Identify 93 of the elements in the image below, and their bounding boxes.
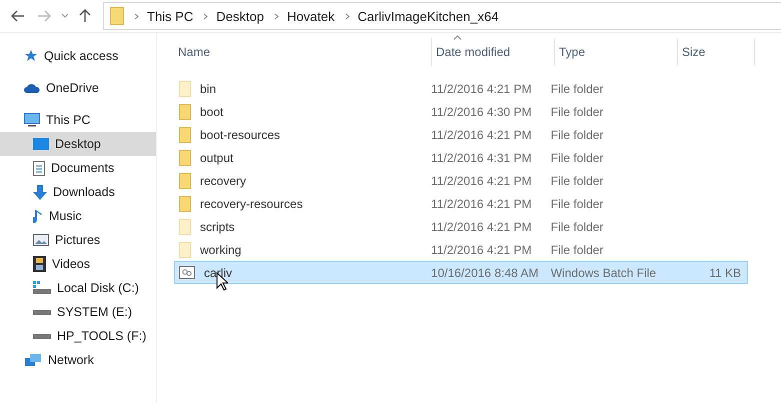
address-bar[interactable]: This PC Desktop Hovatek CarlivImageKitchen_x64 xyxy=(103,2,781,30)
nav-item[interactable]: Downloads xyxy=(0,180,156,204)
monitor-icon xyxy=(24,113,40,127)
nav-label: Quick access xyxy=(44,49,118,63)
column-header[interactable]: Name xyxy=(174,38,432,66)
chevron-icon xyxy=(274,12,279,20)
network-icon xyxy=(24,353,42,367)
nav-item[interactable]: Music xyxy=(0,204,156,228)
file-row[interactable]: boot-resources 11/2/2016 4:21 PM File folder xyxy=(174,123,748,146)
breadcrumb-item[interactable]: Desktop xyxy=(216,8,264,24)
file-name: working xyxy=(200,242,242,256)
back-icon[interactable] xyxy=(11,10,25,22)
nav-item[interactable]: SYSTEM (E:) xyxy=(0,300,156,324)
nav-label: Videos xyxy=(52,257,90,271)
file-row[interactable]: boot 11/2/2016 4:30 PM File folder xyxy=(174,100,748,123)
size-cell: 11 KB xyxy=(709,266,742,280)
nav-label: Desktop xyxy=(55,137,101,151)
type-cell-text: File folder xyxy=(550,242,604,256)
nav-label: Network xyxy=(48,353,94,367)
music-note-icon xyxy=(33,208,43,224)
column-header[interactable]: Type xyxy=(555,38,678,66)
nav-item[interactable]: HP_TOOLS (F:) xyxy=(0,324,156,348)
nav-label: Music xyxy=(49,209,82,223)
date-cell-text: 11/2/2016 4:21 PM xyxy=(430,174,533,188)
nav-item[interactable]: This PC xyxy=(0,108,156,132)
file-name: output xyxy=(200,150,234,164)
nav-label: This PC xyxy=(46,113,90,127)
nav-label: Documents xyxy=(51,161,114,175)
drive-icon xyxy=(33,281,51,295)
breadcrumb-item[interactable]: This PC xyxy=(147,8,194,24)
date-cell-text: 11/2/2016 4:31 PM xyxy=(430,150,533,164)
date-cell-text: 10/16/2016 8:48 AM xyxy=(430,266,540,280)
chevron-icon xyxy=(344,12,350,20)
film-icon xyxy=(33,256,46,272)
dropdown-icon[interactable] xyxy=(61,13,69,19)
breadcrumb-item[interactable]: CarlivImageKitchen_x64 xyxy=(358,8,499,24)
date-cell-text: 11/2/2016 4:21 PM xyxy=(430,220,533,234)
file-row[interactable]: output 11/2/2016 4:31 PM File folder xyxy=(174,146,748,169)
file-name: recovery xyxy=(200,174,246,188)
download-icon xyxy=(33,184,47,200)
desktop-icon xyxy=(33,138,49,150)
date-cell-text: 11/2/2016 4:21 PM xyxy=(430,128,533,142)
file-row[interactable]: working 11/2/2016 4:21 PM File folder xyxy=(174,238,748,261)
sort-ascending-icon xyxy=(453,35,462,40)
nav-label: SYSTEM (E:) xyxy=(57,305,132,319)
file-row[interactable]: bin 11/2/2016 4:21 PM File folder xyxy=(174,77,748,100)
nav-item[interactable]: Desktop xyxy=(0,132,156,156)
cloud-icon xyxy=(24,83,40,93)
nav-label: Local Disk (C:) xyxy=(57,281,139,295)
picture-icon xyxy=(33,234,49,246)
file-name: recovery-resources xyxy=(200,196,303,210)
nav-label: OneDrive xyxy=(46,81,99,95)
nav-label: Downloads xyxy=(53,185,115,199)
folder-icon xyxy=(110,7,124,25)
date-cell-text: 11/2/2016 4:21 PM xyxy=(430,242,533,256)
drive-icon xyxy=(33,310,51,314)
chevron-icon xyxy=(203,12,208,20)
star-icon xyxy=(24,49,38,63)
type-cell-text: File folder xyxy=(550,150,604,164)
column-header[interactable]: Size xyxy=(678,38,755,66)
type-cell-text: File folder xyxy=(550,196,604,210)
up-icon[interactable] xyxy=(79,9,91,23)
file-name: carliv xyxy=(204,266,232,280)
drive-icon xyxy=(33,334,51,338)
type-cell-text: File folder xyxy=(550,128,604,142)
file-row[interactable]: recovery 11/2/2016 4:21 PM File folder xyxy=(174,169,748,192)
nav-item[interactable]: Documents xyxy=(0,156,156,180)
column-header[interactable]: Date modified xyxy=(432,38,555,66)
file-row[interactable]: scripts 11/2/2016 4:21 PM File folder xyxy=(174,215,748,238)
nav-item[interactable]: Pictures xyxy=(0,228,156,252)
file-name: boot-resources xyxy=(200,128,280,142)
breadcrumb-item[interactable]: Hovatek xyxy=(286,8,335,24)
file-name: scripts xyxy=(200,220,235,234)
date-cell-text: 11/2/2016 4:21 PM xyxy=(430,82,533,96)
type-cell-text: File folder xyxy=(550,174,604,188)
type-cell-text: Windows Batch File xyxy=(550,266,658,280)
date-cell-text: 11/2/2016 4:21 PM xyxy=(430,196,533,210)
nav-label: HP_TOOLS (F:) xyxy=(57,329,146,343)
nav-item[interactable]: Local Disk (C:) xyxy=(0,276,156,300)
nav-item[interactable]: Videos xyxy=(0,252,156,276)
type-cell-text: File folder xyxy=(550,220,604,234)
type-cell-text: File folder xyxy=(550,104,604,118)
file-row[interactable]: recovery-resources 11/2/2016 4:21 PM File folder xyxy=(174,192,748,215)
document-icon xyxy=(33,160,45,176)
nav-label: Pictures xyxy=(55,233,100,247)
type-cell-text: File folder xyxy=(550,82,604,96)
nav-item[interactable]: OneDrive xyxy=(0,76,156,100)
chevron-icon xyxy=(134,12,139,20)
nav-item[interactable]: Quick access xyxy=(0,44,156,68)
date-cell-text: 11/2/2016 4:30 PM xyxy=(430,104,533,118)
file-name: bin xyxy=(200,82,216,96)
file-name: boot xyxy=(200,104,224,118)
nav-item[interactable]: Network xyxy=(0,348,156,372)
